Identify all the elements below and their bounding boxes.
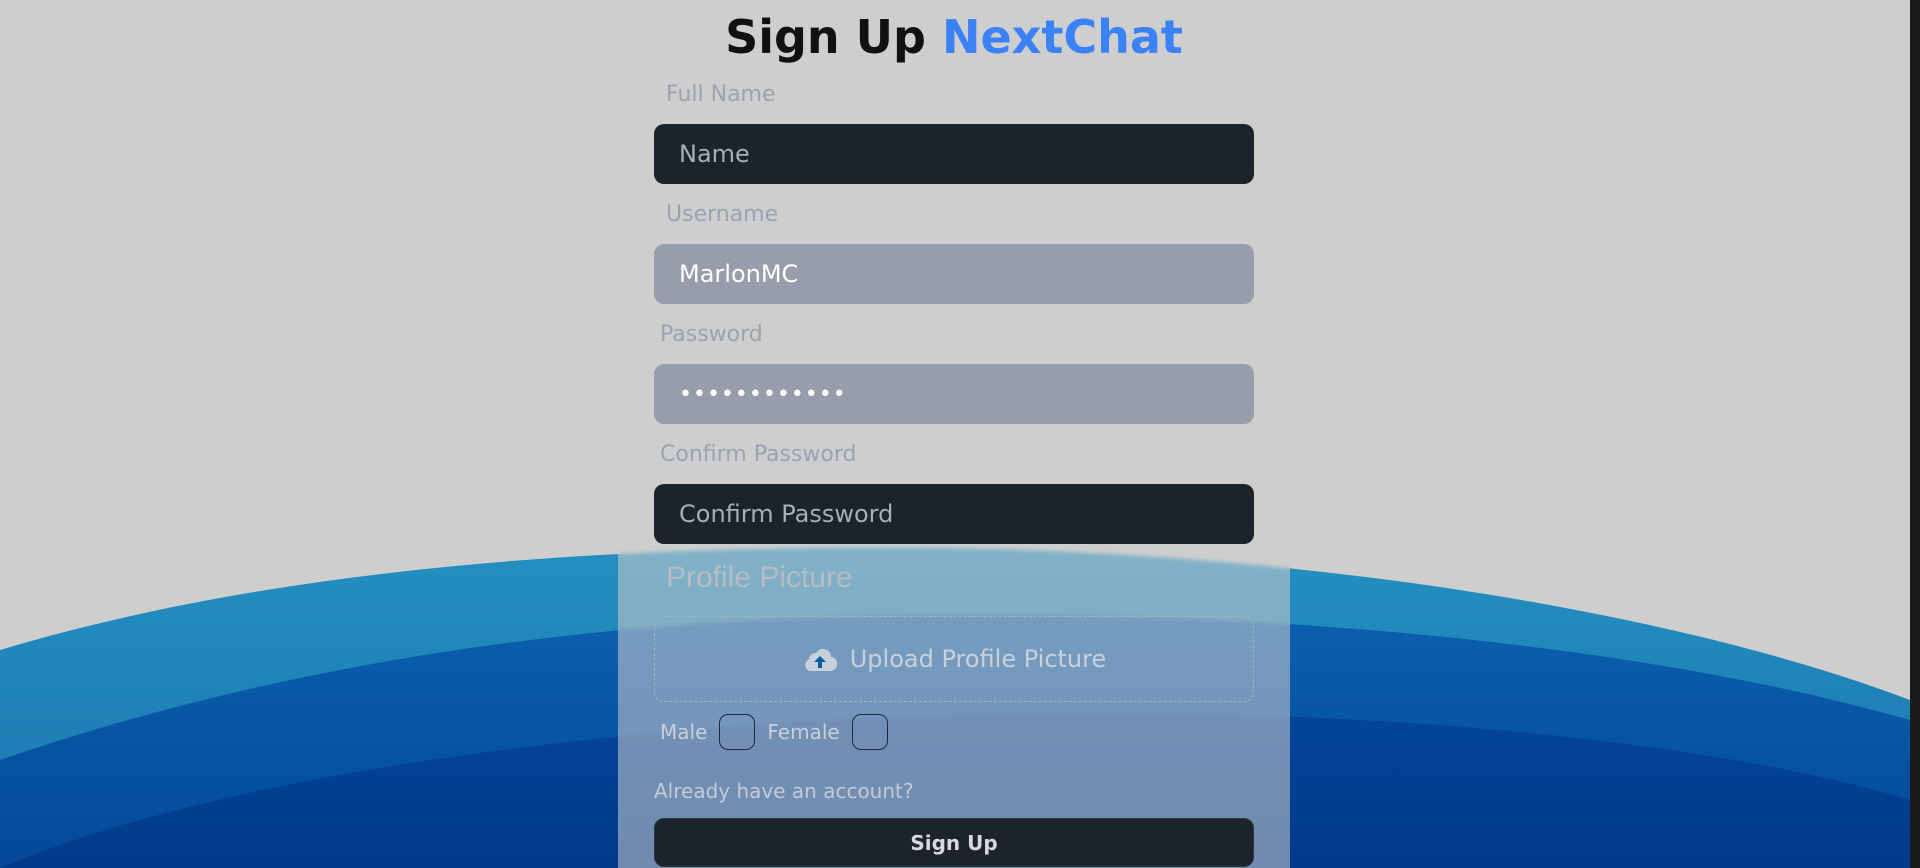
cloud-upload-icon bbox=[804, 648, 837, 671]
login-link[interactable]: Already have an account? bbox=[654, 779, 913, 803]
full-name-label: Full Name bbox=[666, 82, 776, 107]
scrollbar[interactable] bbox=[1910, 0, 1920, 868]
female-label: Female bbox=[767, 720, 840, 744]
signup-card: Sign Up NextChat Full Name Name Username… bbox=[618, 0, 1290, 868]
title-prefix: Sign Up bbox=[725, 10, 926, 64]
password-label: Password bbox=[660, 322, 763, 347]
brand-name: NextChat bbox=[941, 10, 1183, 64]
username-input[interactable]: MarlonMC bbox=[654, 244, 1254, 304]
female-checkbox[interactable] bbox=[851, 714, 888, 750]
username-label: Username bbox=[666, 202, 779, 227]
gender-selector: Male Female bbox=[660, 714, 900, 750]
signup-button[interactable]: Sign Up bbox=[654, 818, 1254, 867]
password-input[interactable]: •••••••••••• bbox=[654, 364, 1254, 424]
confirm-password-label: Confirm Password bbox=[660, 442, 857, 467]
profile-picture-label: Profile Picture bbox=[666, 561, 853, 594]
password-value: •••••••••••• bbox=[679, 381, 847, 407]
confirm-password-placeholder: Confirm Password bbox=[679, 500, 894, 528]
full-name-input[interactable]: Name bbox=[654, 124, 1254, 184]
upload-label: Upload Profile Picture bbox=[849, 645, 1107, 673]
male-label: Male bbox=[660, 720, 708, 744]
page-title: Sign Up NextChat bbox=[618, 10, 1290, 64]
full-name-placeholder: Name bbox=[679, 140, 750, 168]
upload-profile-picture-button[interactable]: Upload Profile Picture bbox=[654, 616, 1254, 702]
username-value: MarlonMC bbox=[679, 260, 799, 288]
male-checkbox[interactable] bbox=[719, 714, 756, 750]
confirm-password-input[interactable]: Confirm Password bbox=[654, 484, 1254, 544]
